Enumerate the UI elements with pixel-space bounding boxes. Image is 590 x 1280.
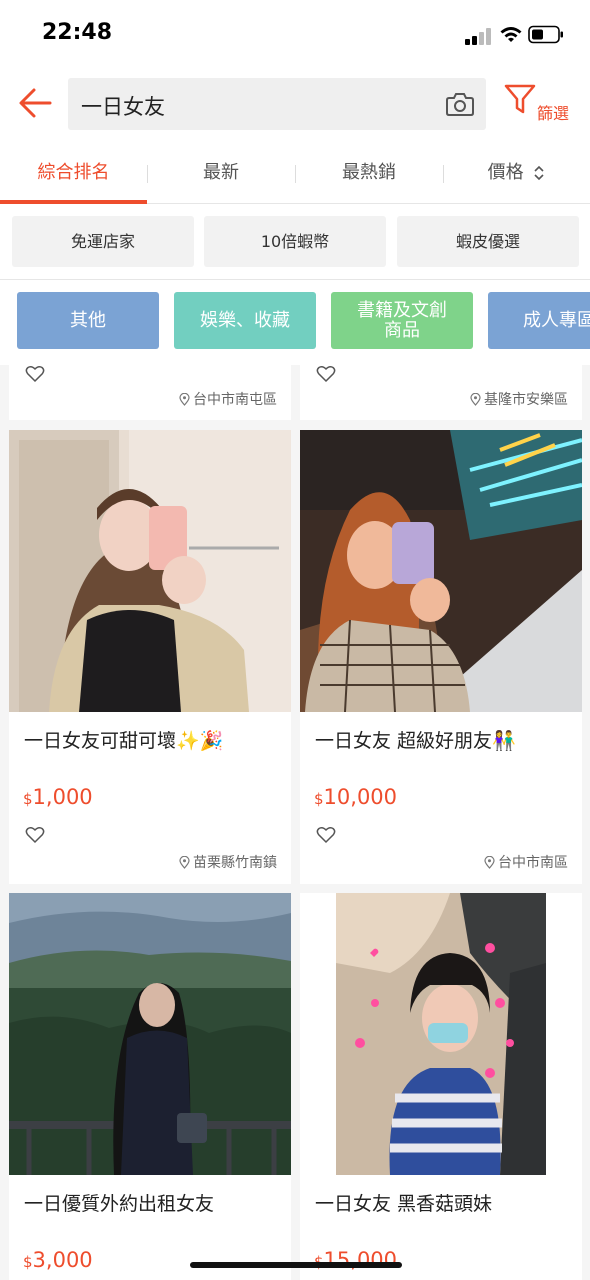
product-image: [300, 430, 582, 712]
location-pin-icon: [179, 392, 190, 406]
category-adult[interactable]: 成人專區: [488, 292, 590, 349]
product-image: [300, 893, 582, 1175]
back-arrow-icon[interactable]: [16, 84, 54, 122]
price-currency: $: [23, 1253, 33, 1271]
location-text: 苗栗縣竹南鎮: [193, 855, 277, 871]
product-card[interactable]: 一日女友 黑香菇頭妹 $15,000: [300, 893, 582, 1280]
product-card-partial[interactable]: 基隆市安樂區: [300, 365, 582, 420]
product-title: 一日女友可甜可壞✨🎉: [24, 730, 224, 752]
product-price: $10,000: [314, 785, 397, 809]
location-text: 台中市南屯區: [193, 392, 277, 408]
search-header: 一日女友 篩選: [0, 66, 590, 146]
product-location: 台中市南區: [484, 852, 568, 872]
product-card[interactable]: 一日女友 超級好朋友👫 $10,000 台中市南區: [300, 430, 582, 884]
location-pin-icon: [470, 392, 481, 406]
product-location: 苗栗縣竹南鎮: [179, 852, 277, 872]
filter-icon: [504, 84, 536, 114]
category-books[interactable]: 書籍及文創 商品: [331, 292, 473, 349]
heart-icon[interactable]: [25, 365, 45, 383]
location-text: 基隆市安樂區: [484, 392, 568, 408]
location-pin-icon: [179, 855, 190, 869]
status-time: 22:48: [42, 20, 113, 45]
product-location: 基隆市安樂區: [470, 389, 568, 409]
search-query: 一日女友: [81, 95, 165, 119]
price-currency: $: [23, 790, 33, 808]
price-value: 10,000: [323, 785, 398, 809]
heart-icon[interactable]: [25, 826, 45, 844]
product-card[interactable]: 一日優質外約出租女友 $3,000: [9, 893, 291, 1280]
status-bar: 22:48: [0, 0, 590, 66]
filter-label: 篩選: [537, 104, 570, 123]
category-entertainment[interactable]: 娛樂、收藏: [174, 292, 316, 349]
product-card[interactable]: 一日女友可甜可壞✨🎉 $1,000 苗栗縣竹南鎮: [9, 430, 291, 884]
chip-coins[interactable]: 10倍蝦幣: [204, 216, 386, 267]
product-title: 一日女友 超級好朋友👫: [315, 730, 516, 752]
product-title: 一日優質外約出租女友: [24, 1193, 215, 1215]
tab-top-sales[interactable]: 最熱銷: [295, 146, 443, 204]
sort-chevron-icon: [534, 165, 544, 181]
tab-relevance[interactable]: 綜合排名: [0, 146, 147, 204]
product-price: $3,000: [23, 1248, 93, 1272]
price-value: 1,000: [32, 785, 93, 809]
heart-icon[interactable]: [316, 826, 336, 844]
search-input[interactable]: 一日女友: [68, 78, 486, 130]
price-currency: $: [314, 790, 324, 808]
quick-filter-bar: 免運店家 10倍蝦幣 蝦皮優選: [0, 204, 590, 280]
signal-icon: [465, 27, 493, 45]
heart-icon[interactable]: [316, 365, 336, 383]
price-value: 3,000: [32, 1248, 93, 1272]
home-indicator: [190, 1262, 402, 1268]
tab-latest[interactable]: 最新: [147, 146, 295, 204]
tab-price[interactable]: 價格: [443, 146, 590, 204]
tab-price-label: 價格: [487, 162, 524, 183]
product-image: [9, 430, 291, 712]
camera-icon[interactable]: [445, 90, 475, 118]
price-value: 15,000: [323, 1248, 398, 1272]
battery-icon: [528, 25, 563, 44]
location-pin-icon: [484, 855, 495, 869]
product-price: $1,000: [23, 785, 93, 809]
location-text: 台中市南區: [498, 855, 568, 871]
filter-button[interactable]: 篩選: [500, 82, 580, 126]
chip-free-shipping[interactable]: 免運店家: [12, 216, 194, 267]
category-other[interactable]: 其他: [17, 292, 159, 349]
chip-preferred[interactable]: 蝦皮優選: [397, 216, 579, 267]
product-location: 台中市南屯區: [179, 389, 277, 409]
product-card-partial[interactable]: 台中市南屯區: [9, 365, 291, 420]
category-bar: 其他 娛樂、收藏 書籍及文創 商品 成人專區: [0, 280, 590, 365]
product-image: [9, 893, 291, 1175]
sort-bar: 綜合排名 最新 最熱銷 價格: [0, 146, 590, 204]
product-price: $15,000: [314, 1248, 397, 1272]
wifi-icon: [500, 27, 522, 42]
product-title: 一日女友 黑香菇頭妹: [315, 1193, 493, 1215]
